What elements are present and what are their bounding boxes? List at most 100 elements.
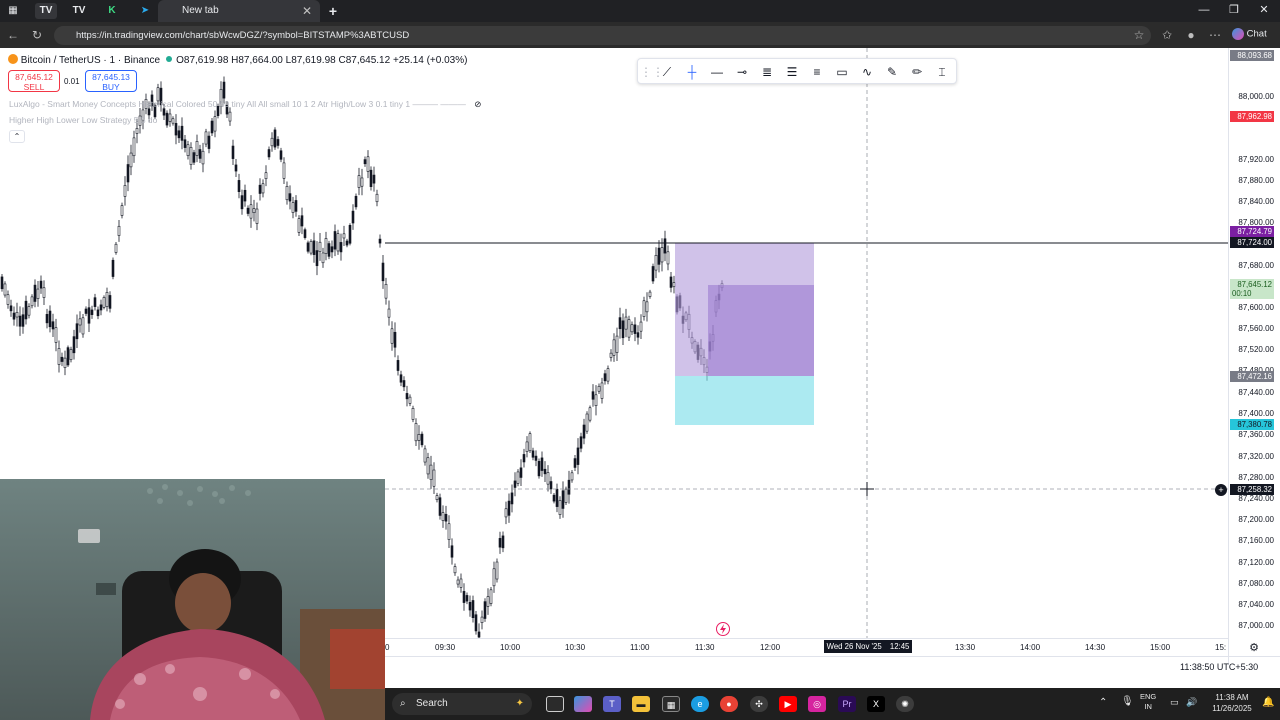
candle-body bbox=[387, 308, 391, 318]
close-window-icon[interactable]: ✕ bbox=[1252, 2, 1276, 18]
price-axis-label: 87,280.00 bbox=[1238, 473, 1274, 482]
text-cursor-icon[interactable]: ⌶ bbox=[933, 63, 951, 81]
url-bar[interactable]: https://in.tradingview.com/chart/sbWcwDG… bbox=[54, 26, 1151, 45]
candle-body bbox=[552, 494, 556, 502]
candle-body bbox=[582, 424, 586, 439]
profile-avatar-icon[interactable]: ● bbox=[1182, 26, 1200, 44]
back-icon[interactable]: ← bbox=[4, 26, 22, 44]
hide-eye-icon[interactable]: ⊘ bbox=[474, 99, 481, 109]
restore-icon[interactable]: ❐ bbox=[1222, 2, 1246, 18]
bar-countdown: 00:10 bbox=[1232, 289, 1252, 298]
chart-clock[interactable]: 11:38:50 UTC+5:30 bbox=[1180, 662, 1258, 672]
instagram-icon[interactable]: ◎ bbox=[808, 696, 826, 712]
kite-tab-icon[interactable]: K bbox=[101, 3, 123, 19]
pencil-icon[interactable]: ✏ bbox=[908, 63, 926, 81]
candle-body bbox=[615, 335, 619, 353]
brush-icon[interactable]: ✎ bbox=[883, 63, 901, 81]
candle-body bbox=[588, 407, 592, 421]
fib-retracement-icon[interactable]: ≡ bbox=[808, 63, 826, 81]
add-alert-icon[interactable]: + bbox=[1215, 484, 1227, 496]
task-view-icon[interactable] bbox=[546, 696, 564, 712]
sidebar-menu-icon[interactable]: ▦ bbox=[2, 3, 24, 19]
file-explorer-icon[interactable]: ▬ bbox=[632, 696, 650, 712]
refresh-icon[interactable]: ↻ bbox=[28, 26, 46, 44]
notifications-icon[interactable]: 🔔 bbox=[1262, 697, 1274, 708]
symbol-name[interactable]: Bitcoin / TetherUS · 1 · Binance bbox=[21, 55, 160, 66]
copilot-chat-button[interactable]: Chat bbox=[1232, 28, 1267, 40]
chatgpt-icon[interactable]: ✺ bbox=[896, 696, 914, 712]
store-icon[interactable]: ▦ bbox=[662, 696, 680, 712]
tab-new-tab[interactable]: New tab ✕ bbox=[158, 0, 320, 22]
parallel-channel-icon[interactable]: ≣ bbox=[758, 63, 776, 81]
favorites-icon[interactable]: ✩ bbox=[1158, 26, 1176, 44]
horizontal-ray-icon[interactable]: — bbox=[708, 63, 726, 81]
trend-line-icon[interactable]: ⟋ bbox=[658, 63, 676, 81]
time-axis[interactable]: 0 09:30 10:00 10:30 11:00 11:30 12:00 13:30 14:0… bbox=[385, 638, 1228, 656]
favorite-star-icon[interactable]: ☆ bbox=[1130, 26, 1148, 44]
candle-body bbox=[597, 385, 601, 392]
network-icon[interactable]: ▭ bbox=[1170, 697, 1179, 708]
language-indicator[interactable]: ENG IN bbox=[1140, 692, 1156, 712]
candle-body bbox=[213, 116, 217, 132]
sell-button[interactable]: 87,645.12 SELL bbox=[8, 70, 60, 92]
lightning-icon[interactable] bbox=[716, 622, 730, 636]
settings-gear-icon[interactable]: ⚙ bbox=[1247, 641, 1261, 655]
bitcoin-logo-icon bbox=[8, 54, 18, 64]
candle-body bbox=[132, 137, 136, 157]
show-hidden-icons-icon[interactable]: ⌃ bbox=[1099, 697, 1107, 708]
volume-icon[interactable]: 🔊 bbox=[1186, 697, 1197, 708]
candle-body bbox=[327, 243, 331, 257]
candle-body bbox=[210, 120, 214, 134]
candle-body bbox=[438, 497, 442, 516]
close-tab-icon[interactable]: ✕ bbox=[302, 0, 312, 22]
candle-body bbox=[462, 591, 466, 603]
premiere-icon[interactable]: Pr bbox=[838, 696, 856, 712]
candle-body bbox=[174, 123, 178, 136]
path-icon[interactable]: ∿ bbox=[858, 63, 876, 81]
indicator-legend-smc[interactable]: LuxAlgo - Smart Money Concepts Historica… bbox=[9, 99, 481, 110]
candle-body bbox=[519, 467, 523, 478]
chrome-icon[interactable]: ● bbox=[720, 696, 738, 712]
candle-body bbox=[354, 195, 358, 208]
candle-body bbox=[369, 169, 373, 187]
teams-icon[interactable]: T bbox=[603, 696, 621, 712]
app-icon[interactable]: ✣ bbox=[750, 696, 768, 712]
pitchfork-icon[interactable]: ☰ bbox=[783, 63, 801, 81]
candle-body bbox=[630, 324, 634, 333]
cross-line-icon[interactable]: ┼ bbox=[683, 63, 701, 81]
candle-body bbox=[567, 479, 571, 495]
price-axis-label: 87,400.00 bbox=[1238, 409, 1274, 418]
minimize-icon[interactable]: — bbox=[1192, 2, 1216, 18]
x-app-icon[interactable]: X bbox=[867, 696, 885, 712]
more-menu-icon[interactable]: ⋯ bbox=[1206, 26, 1224, 44]
tradingview-tab-icon-2[interactable]: TV bbox=[68, 3, 90, 19]
telegram-tab-icon[interactable]: ➤ bbox=[134, 3, 156, 19]
microphone-icon[interactable]: 🎙 bbox=[1121, 696, 1134, 707]
candle-body bbox=[474, 614, 478, 632]
footer-divider bbox=[385, 656, 1280, 657]
candle-body bbox=[63, 357, 67, 368]
taskbar-search[interactable]: ⌕ Search ✦ bbox=[392, 693, 532, 715]
buy-button[interactable]: 87,645.13 BUY bbox=[85, 70, 137, 92]
horizontal-line-icon[interactable]: ⊸ bbox=[733, 63, 751, 81]
candle-body bbox=[165, 112, 169, 126]
candle-body bbox=[81, 317, 85, 335]
copilot-taskbar-icon[interactable] bbox=[574, 696, 592, 712]
candle-body bbox=[609, 352, 613, 358]
symbol-header[interactable]: Bitcoin / TetherUS · 1 · Binance O87,619.… bbox=[8, 54, 467, 66]
rectangle-icon[interactable]: ▭ bbox=[833, 63, 851, 81]
position-loss-zone[interactable] bbox=[675, 376, 814, 425]
candle-body bbox=[9, 305, 13, 312]
candle-body bbox=[513, 480, 517, 488]
taskbar-clock[interactable]: 11:38 AM 11/26/2025 bbox=[1208, 692, 1256, 714]
tradingview-tab-icon[interactable]: TV bbox=[35, 3, 57, 19]
new-tab-button[interactable]: + bbox=[322, 3, 344, 19]
youtube-icon[interactable]: ▶ bbox=[779, 696, 797, 712]
collapse-legend-button[interactable]: ⌃ bbox=[9, 130, 25, 143]
candle-body bbox=[657, 247, 661, 265]
price-axis-label: 87,200.00 bbox=[1238, 515, 1274, 524]
edge-icon[interactable]: e bbox=[691, 696, 709, 712]
indicator-legend-hhll[interactable]: Higher High Lower Low Strategy 5 5 do bbox=[9, 115, 157, 125]
drag-handle-icon[interactable]: ⋮⋮ bbox=[640, 63, 664, 81]
price-axis[interactable]: 88,000.00 87,920.00 87,880.00 87,840.00 87,8… bbox=[1228, 48, 1280, 665]
